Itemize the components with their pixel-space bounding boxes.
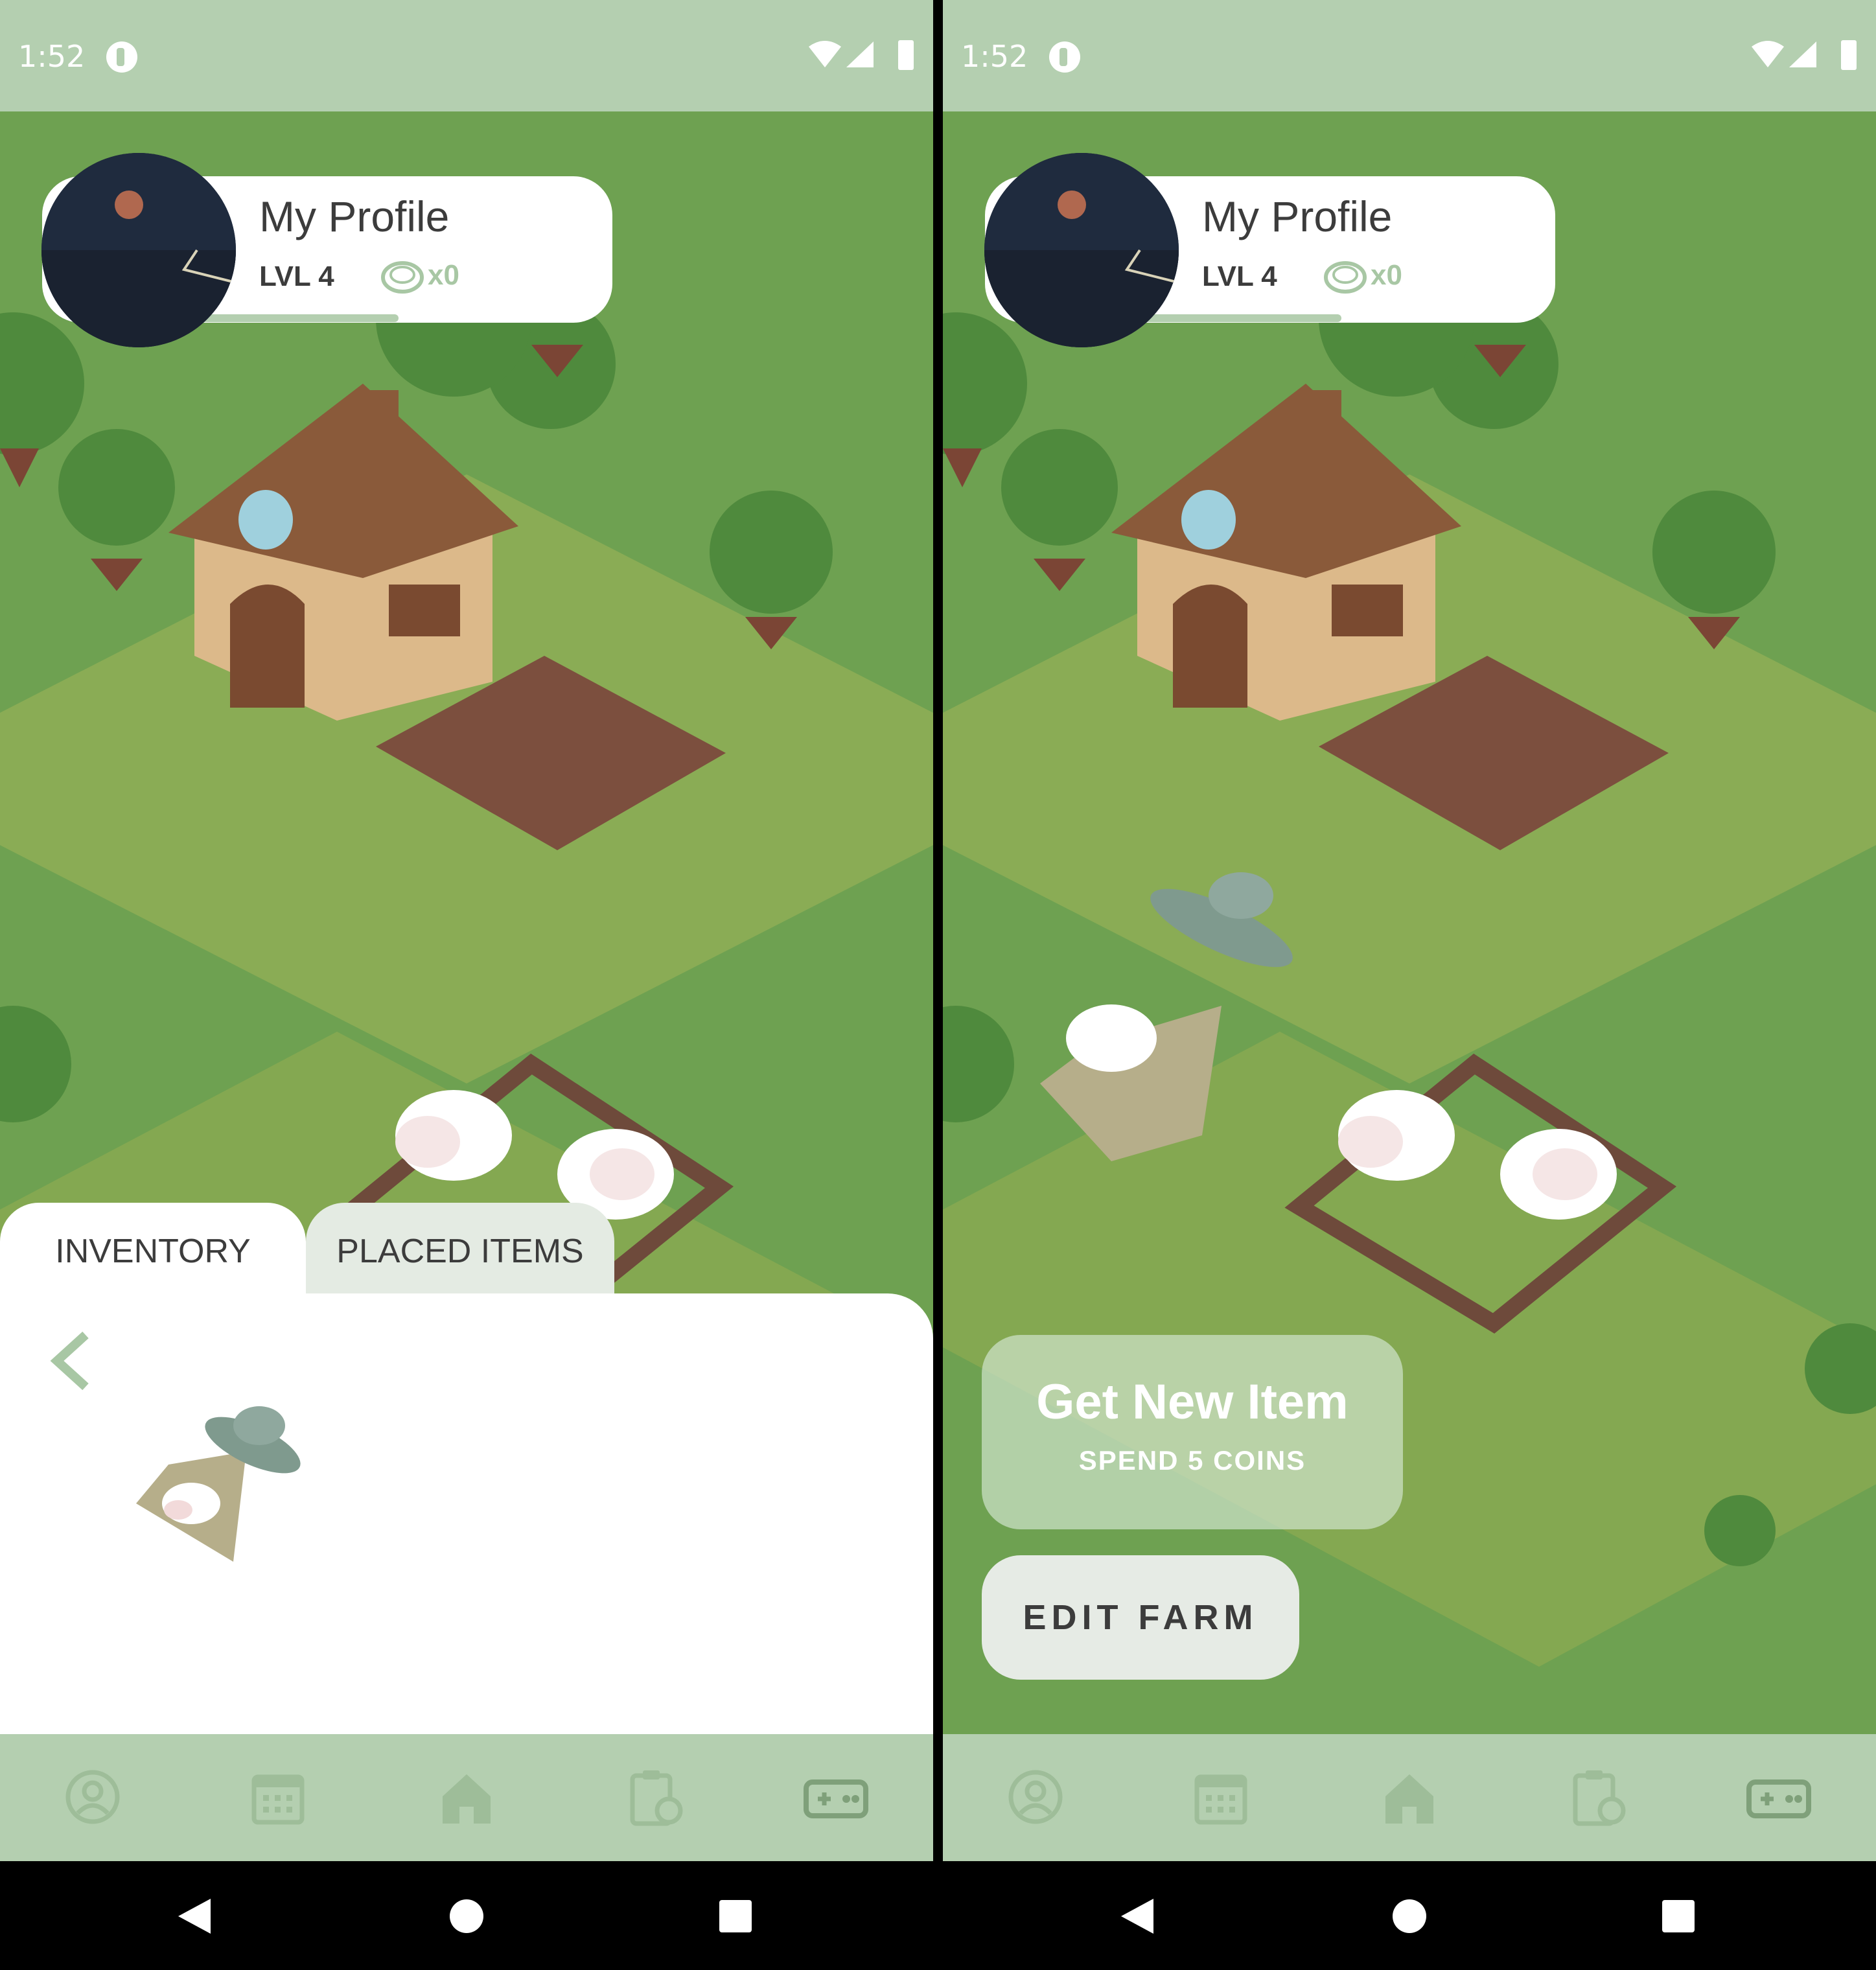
game-icon[interactable] [1746, 1768, 1811, 1826]
notification-icon [106, 41, 137, 73]
coin-count: x0 [428, 259, 459, 291]
status-bar: 1:52 [0, 0, 933, 111]
tasks-icon[interactable] [1569, 1768, 1627, 1826]
profile-name: My Profile [1202, 192, 1393, 240]
get-new-item-label: Get New Item [1036, 1374, 1349, 1430]
home-icon[interactable] [1380, 1768, 1439, 1826]
tasks-icon[interactable] [626, 1768, 684, 1826]
profile-level: LVL 4 [1202, 261, 1277, 292]
avatar[interactable] [984, 153, 1179, 347]
profile-icon[interactable] [64, 1768, 122, 1826]
status-time: 1:52 [961, 39, 1028, 74]
coin-count: x0 [1371, 259, 1402, 291]
avatar[interactable] [41, 153, 236, 347]
screen-divider [933, 0, 943, 1861]
farm-screen: 1:52 My Profile LVL 4 x0 Get New Item SP… [943, 0, 1876, 1861]
home-icon[interactable] [437, 1768, 496, 1826]
chevron-left-icon[interactable] [45, 1328, 97, 1393]
profile-name: My Profile [259, 192, 450, 240]
edit-farm-button[interactable]: EDIT FARM [982, 1555, 1299, 1680]
ufo-cow-icon[interactable] [130, 1387, 305, 1568]
notification-icon [1049, 41, 1080, 73]
tab-placed-items[interactable]: PLACED ITEMS [306, 1203, 614, 1300]
bottom-nav [0, 1734, 933, 1861]
status-icons [809, 40, 914, 70]
profile-icon[interactable] [1006, 1768, 1065, 1826]
inventory-screen: 1:52 My Profile LVL 4 x0 INVENTORY PLACE… [0, 0, 933, 1861]
coin-icon [1324, 261, 1367, 294]
back-icon[interactable] [1115, 1894, 1160, 1939]
status-icons [1752, 40, 1857, 70]
status-bar: 1:52 [943, 0, 1876, 111]
status-time: 1:52 [18, 39, 86, 74]
home-circle-icon[interactable] [444, 1894, 489, 1939]
calendar-icon[interactable] [249, 1768, 307, 1826]
coin-icon [381, 261, 424, 294]
calendar-icon[interactable] [1192, 1768, 1250, 1826]
bottom-nav [943, 1734, 1876, 1861]
back-icon[interactable] [172, 1894, 217, 1939]
system-nav-bar [0, 1861, 1876, 1970]
recents-icon[interactable] [713, 1894, 758, 1939]
get-new-item-button[interactable]: Get New Item SPEND 5 COINS [982, 1335, 1403, 1529]
recents-icon[interactable] [1656, 1894, 1701, 1939]
profile-level: LVL 4 [259, 261, 334, 292]
home-circle-icon[interactable] [1387, 1894, 1432, 1939]
game-icon[interactable] [804, 1768, 868, 1826]
get-new-item-cost: SPEND 5 COINS [1078, 1445, 1306, 1476]
tab-inventory[interactable]: INVENTORY [0, 1203, 306, 1300]
